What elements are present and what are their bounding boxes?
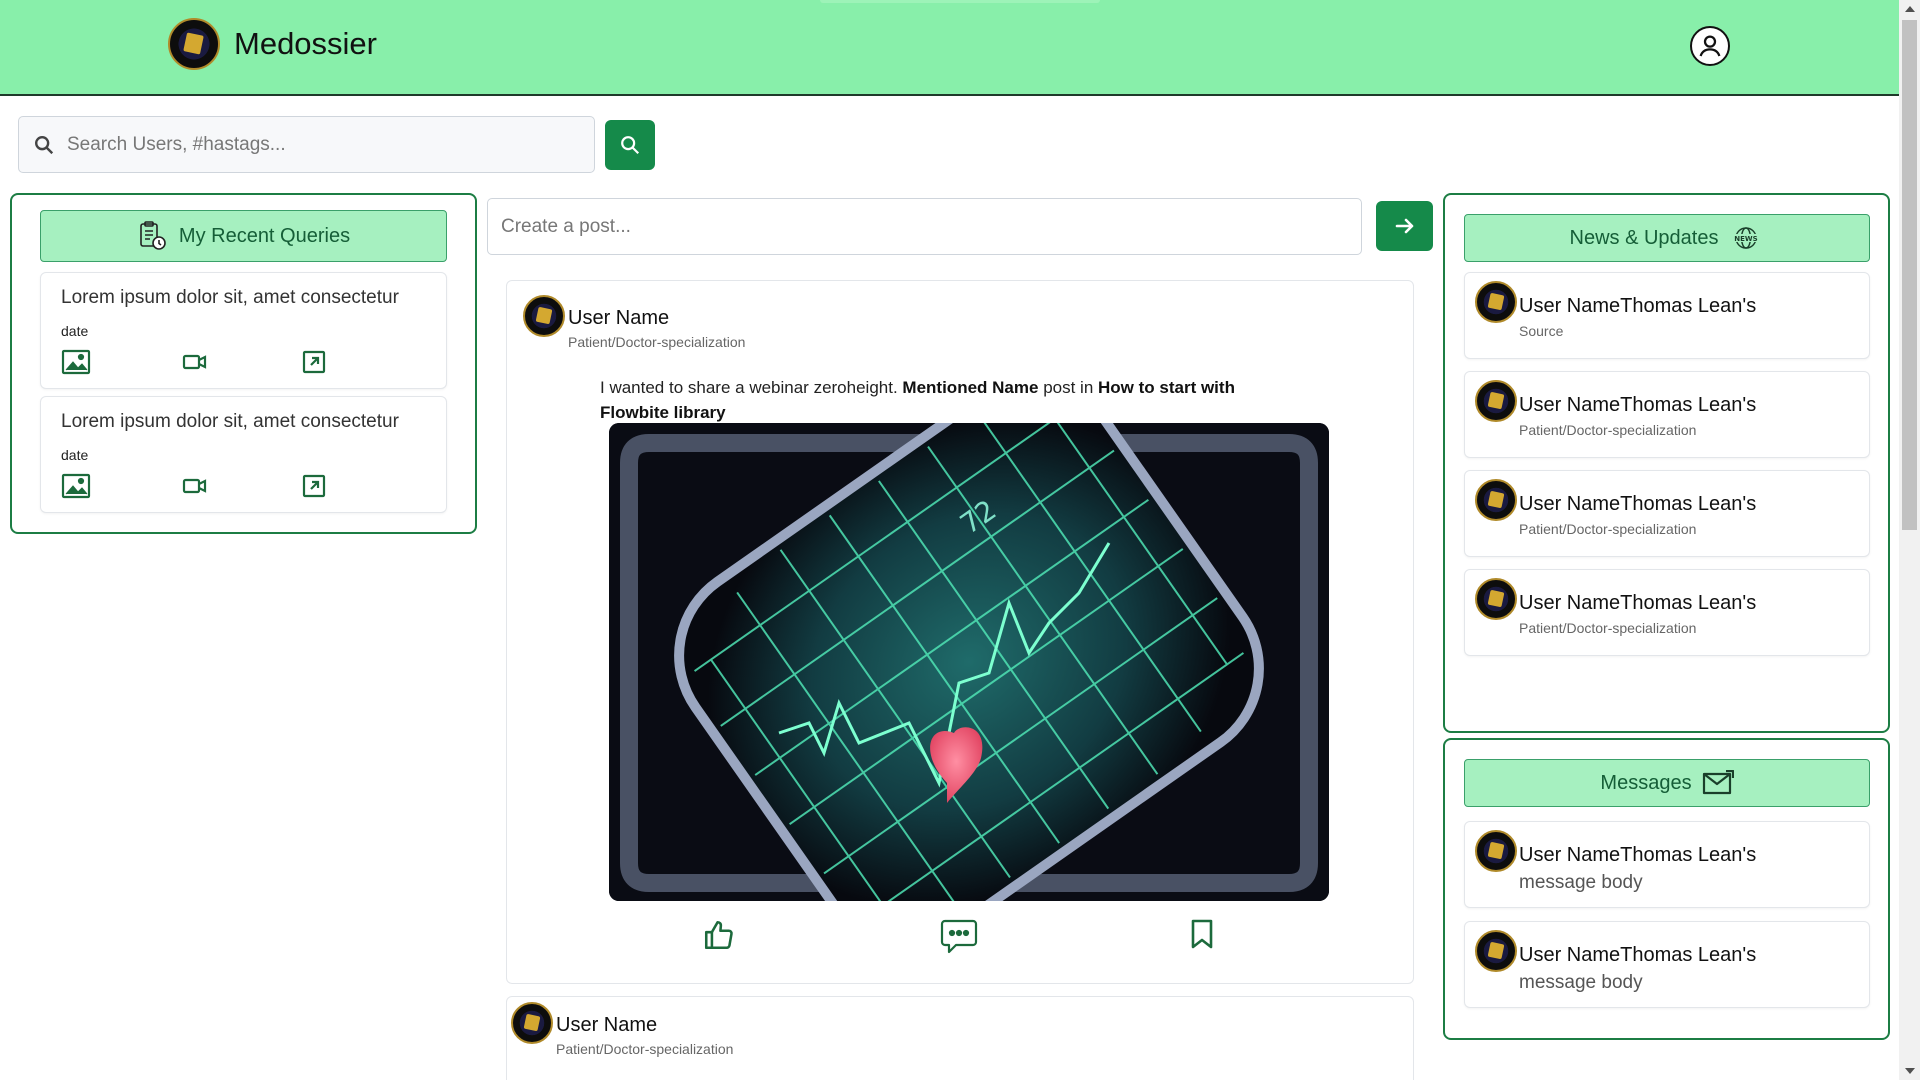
news-item-role: Patient/Doctor-specialization [1519, 620, 1697, 636]
message-body: message body [1519, 872, 1643, 893]
avatar [1475, 281, 1517, 323]
bookmark-icon[interactable] [1189, 918, 1215, 950]
post-author[interactable]: User Name Patient/Doctor-specialization [523, 295, 745, 350]
news-item-source: Source [1519, 323, 1564, 339]
query-date: date [61, 323, 89, 339]
scroll-down-arrow[interactable] [1905, 1068, 1915, 1074]
svg-text:NEWS: NEWS [1735, 235, 1758, 243]
page-scrollbar[interactable] [1899, 0, 1920, 1080]
search-input[interactable] [67, 133, 547, 156]
post-author-role: Patient/Doctor-specialization [568, 334, 746, 350]
message-item[interactable]: User NameThomas Lean's message body [1464, 921, 1870, 1008]
news-globe-icon: NEWS [1730, 227, 1763, 249]
news-item-name: User NameThomas Lean's [1519, 592, 1757, 614]
mention-link[interactable]: Mentioned Name [902, 378, 1038, 397]
query-text: Lorem ipsum dolor sit, amet consectetur [61, 287, 399, 308]
search-icon [621, 136, 640, 155]
news-item-name: User NameThomas Lean's [1519, 394, 1757, 416]
query-card[interactable]: Lorem ipsum dolor sit, amet consectetur … [40, 272, 447, 389]
post-author-name: User Name [556, 1014, 658, 1036]
avatar [1475, 578, 1517, 620]
news-panel: News & Updates NEWS User NameThomas Lean… [1443, 193, 1890, 733]
create-post-box [487, 198, 1362, 255]
message-body: message body [1519, 972, 1643, 993]
post-author-name: User Name [568, 307, 670, 329]
recent-queries-panel: My Recent Queries Lorem ipsum dolor sit,… [10, 193, 477, 534]
avatar [523, 295, 565, 337]
scroll-up-arrow[interactable] [1905, 6, 1915, 12]
post-card: User Name Patient/Doctor-specialization [506, 996, 1414, 1080]
image-icon[interactable] [61, 349, 91, 375]
messages-header[interactable]: Messages [1464, 759, 1870, 807]
account-button[interactable] [1690, 26, 1730, 66]
messages-panel: Messages User NameThomas Lean's message … [1443, 738, 1890, 1040]
news-item[interactable]: User NameThomas Lean's Patient/Doctor-sp… [1464, 569, 1870, 656]
post-author-role: Patient/Doctor-specialization [556, 1041, 734, 1057]
news-header[interactable]: News & Updates NEWS [1464, 214, 1870, 262]
post-author[interactable]: User Name Patient/Doctor-specialization [511, 1002, 733, 1057]
brand[interactable]: Medossier [168, 18, 377, 70]
video-icon[interactable] [181, 473, 209, 499]
news-item-role: Patient/Doctor-specialization [1519, 422, 1697, 438]
avatar [1475, 479, 1517, 521]
query-card[interactable]: Lorem ipsum dolor sit, amet consectetur … [40, 396, 447, 513]
app-title: Medossier [234, 26, 377, 61]
avatar [511, 1002, 553, 1044]
image-icon[interactable] [61, 473, 91, 499]
scroll-thumb[interactable] [1902, 20, 1917, 530]
news-item[interactable]: User NameThomas Lean's Patient/Doctor-sp… [1464, 470, 1870, 557]
thumbs-up-icon[interactable] [702, 918, 736, 952]
comment-icon[interactable] [939, 918, 979, 956]
messages-title: Messages [1600, 771, 1692, 794]
search-button[interactable] [605, 120, 655, 170]
news-item[interactable]: User NameThomas Lean's Patient/Doctor-sp… [1464, 371, 1870, 458]
create-post-input[interactable] [501, 215, 1341, 238]
message-sender: User NameThomas Lean's [1519, 944, 1757, 966]
user-circle-icon [1699, 35, 1721, 57]
top-navbar: Medossier [0, 0, 1899, 96]
message-item[interactable]: User NameThomas Lean's message body [1464, 821, 1870, 908]
external-link-icon[interactable] [301, 349, 327, 375]
avatar [1475, 830, 1517, 872]
recent-queries-header[interactable]: My Recent Queries [40, 210, 447, 262]
post-text: I wanted to share a webinar zeroheight. … [600, 378, 1235, 422]
search-bar [18, 116, 595, 173]
news-title: News & Updates [1569, 226, 1719, 249]
external-link-icon[interactable] [301, 473, 327, 499]
query-text: Lorem ipsum dolor sit, amet consectetur [61, 411, 399, 432]
post-image[interactable]: 72 [609, 423, 1329, 901]
recent-queries-title: My Recent Queries [178, 224, 351, 247]
medossier-logo [168, 18, 220, 70]
message-sender: User NameThomas Lean's [1519, 844, 1757, 866]
avatar [1475, 930, 1517, 972]
envelope-icon [1702, 770, 1734, 795]
search-icon [33, 134, 55, 156]
arrow-right-icon [1395, 218, 1413, 234]
submit-post-button[interactable] [1376, 201, 1433, 251]
avatar [1475, 380, 1517, 422]
news-item-name: User NameThomas Lean's [1519, 493, 1757, 515]
news-item[interactable]: User NameThomas Lean's Source [1464, 272, 1870, 359]
query-date: date [61, 447, 89, 463]
news-item-name: User NameThomas Lean's [1519, 295, 1757, 317]
clipboard-clock-icon [140, 221, 166, 250]
video-icon[interactable] [181, 349, 209, 375]
post-card: User Name Patient/Doctor-specialization … [506, 280, 1414, 984]
news-item-role: Patient/Doctor-specialization [1519, 521, 1697, 537]
